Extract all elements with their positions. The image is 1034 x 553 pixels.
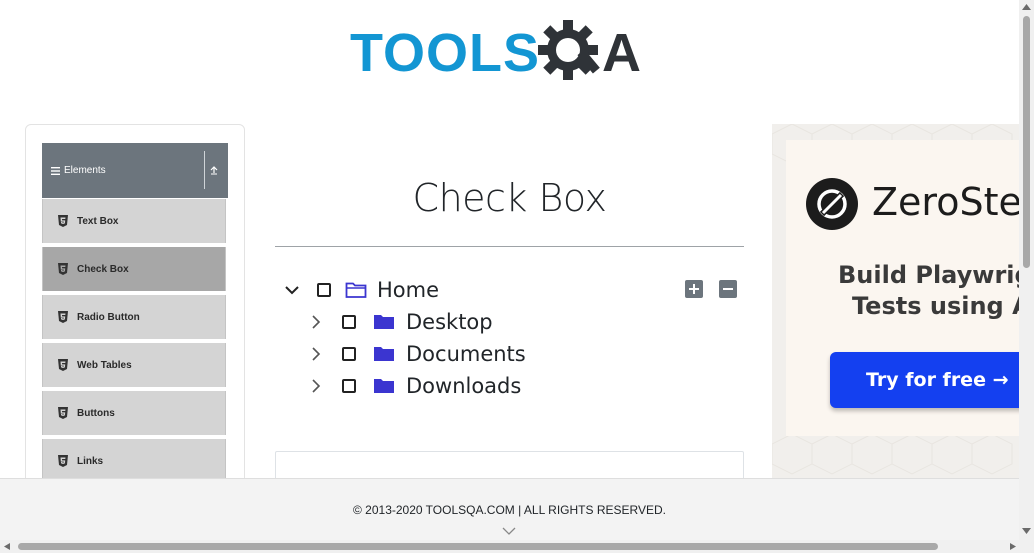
sidebar-item-label: Check Box (77, 263, 129, 275)
sidebar-item-label: Text Box (77, 215, 119, 227)
html5-icon (58, 359, 68, 371)
tree-label-documents[interactable]: Documents (406, 342, 526, 366)
page: TOOLS A Elements Text Box Check Box Radi… (0, 0, 1034, 553)
group-header-divider (204, 151, 205, 189)
vertical-scroll-thumb[interactable] (1023, 16, 1030, 268)
tree-node-home: Home (284, 276, 439, 304)
sidebar-item-label: Links (77, 455, 104, 467)
chevron-down-icon[interactable] (284, 282, 300, 298)
tree-node-desktop: Desktop (308, 308, 493, 336)
elements-menu-list: Text Box Check Box Radio Button Web Tabl… (42, 199, 226, 487)
scroll-down-arrow-icon[interactable] (1022, 528, 1031, 534)
title-divider (275, 246, 744, 247)
html5-icon (58, 455, 68, 467)
logo-text-a: A (602, 23, 642, 83)
scroll-right-arrow-icon[interactable] (1010, 543, 1016, 550)
horizontal-scroll-thumb[interactable] (18, 543, 938, 550)
ad-headline-line1: Build Playwrigh (838, 261, 1020, 289)
html5-icon (58, 215, 68, 227)
ad-card: ZeroSte Build Playwrigh Tests using A Tr… (786, 140, 1020, 436)
toolsqa-logo[interactable]: TOOLS A (350, 14, 675, 92)
chevron-down-icon[interactable] (502, 527, 516, 535)
vertical-scrollbar[interactable] (1019, 0, 1034, 540)
sidebar-item-links[interactable]: Links (42, 439, 226, 483)
folder-closed-icon (374, 315, 394, 329)
ad-try-free-button[interactable]: Try for free → (830, 352, 1020, 408)
expand-all-button[interactable] (685, 280, 703, 298)
footer-copyright: © 2013-2020 TOOLSQA.COM | ALL RIGHTS RES… (353, 503, 666, 517)
collapse-all-button[interactable] (719, 280, 737, 298)
logo-text-tools: TOOLS (350, 23, 541, 83)
gear-q-logo-icon (538, 20, 600, 80)
ad-headline: Build Playwrigh Tests using A (838, 260, 1020, 322)
collapse-up-icon[interactable] (209, 165, 219, 175)
zerostep-logo-icon (806, 178, 858, 230)
home-checkbox[interactable] (317, 283, 331, 297)
elements-group-title: Elements (64, 165, 106, 176)
ad-brand-name: ZeroSte (872, 180, 1020, 224)
sidebar-item-text-box[interactable]: Text Box (42, 199, 226, 243)
folder-closed-icon (374, 347, 394, 361)
sidebar-item-check-box[interactable]: Check Box (42, 247, 226, 291)
horizontal-scrollbar[interactable] (0, 540, 1034, 553)
tree-node-documents: Documents (308, 340, 526, 368)
tree-label-desktop[interactable]: Desktop (406, 310, 493, 334)
html5-icon (58, 407, 68, 419)
minus-icon (723, 288, 733, 290)
tree-node-downloads: Downloads (308, 372, 521, 400)
sidebar-item-web-tables[interactable]: Web Tables (42, 343, 226, 387)
downloads-checkbox[interactable] (342, 379, 356, 393)
tree-label-home[interactable]: Home (377, 278, 439, 302)
page-title: Check Box (412, 176, 607, 220)
html5-icon (58, 311, 68, 323)
footer: © 2013-2020 TOOLSQA.COM | ALL RIGHTS RES… (0, 478, 1019, 541)
chevron-right-icon[interactable] (308, 346, 324, 362)
sidebar-item-label: Buttons (77, 407, 115, 419)
sidebar-item-radio-button[interactable]: Radio Button (42, 295, 226, 339)
elements-group-header[interactable]: Elements (42, 143, 228, 198)
tree-label-downloads[interactable]: Downloads (406, 374, 521, 398)
chevron-right-icon[interactable] (308, 314, 324, 330)
sidebar-item-buttons[interactable]: Buttons (42, 391, 226, 435)
desktop-checkbox[interactable] (342, 315, 356, 329)
chevron-right-icon[interactable] (308, 378, 324, 394)
documents-checkbox[interactable] (342, 347, 356, 361)
scroll-left-arrow-icon[interactable] (4, 543, 10, 550)
folder-open-icon (345, 282, 367, 298)
ad-headline-line2: Tests using A (852, 292, 1020, 320)
folder-closed-icon (374, 379, 394, 393)
html5-icon (58, 263, 68, 275)
sidebar-item-label: Web Tables (77, 359, 132, 371)
plus-icon (689, 284, 699, 294)
scroll-up-arrow-icon[interactable] (1022, 4, 1031, 10)
sidebar-item-label: Radio Button (77, 311, 140, 323)
menu-icon (51, 166, 60, 175)
advertisement[interactable]: ZeroSte Build Playwrigh Tests using A Tr… (772, 124, 1020, 484)
